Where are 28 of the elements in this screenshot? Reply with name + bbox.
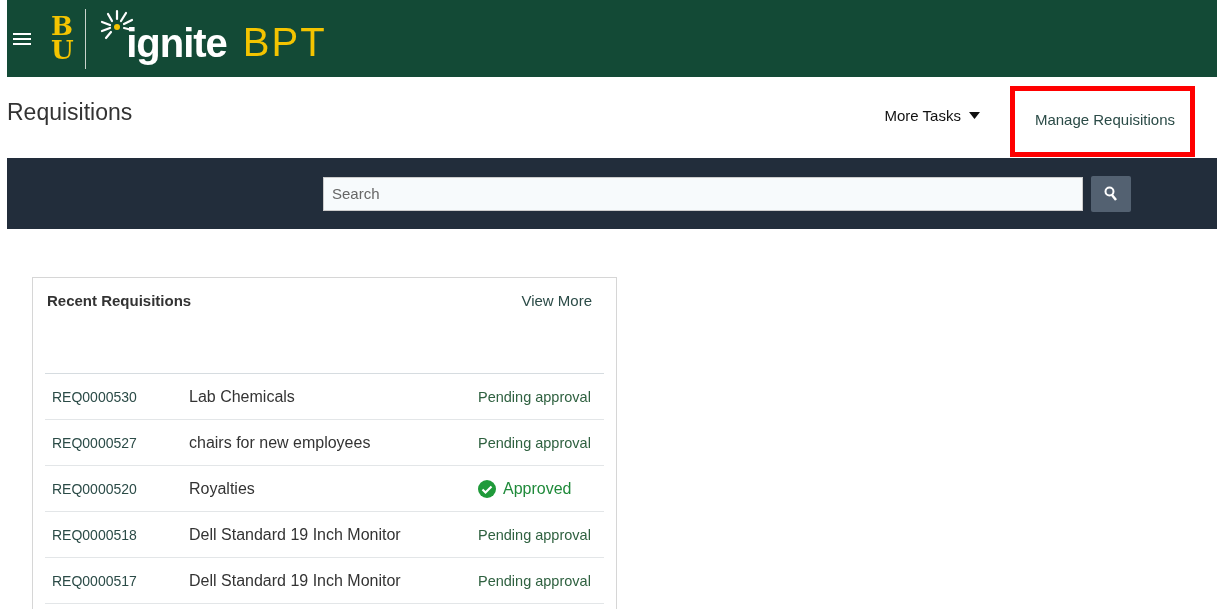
status-text: Pending approval [478,572,591,589]
requisition-id-link[interactable]: REQ0000518 [52,526,189,543]
brand-name: ignite [126,21,227,66]
requisition-description: Royalties [189,479,256,498]
requisition-description: Dell Standard 19 Inch Monitor [189,571,402,590]
status-text: Pending approval [478,526,591,543]
requisition-id-link[interactable]: REQ0000517 [52,572,189,589]
requisition-description: Dell Standard 19 Inch Monitor [189,525,402,544]
status-text: Pending approval [478,434,591,451]
card-title: Recent Requisitions [47,292,192,309]
requisition-id-link[interactable]: REQ0000520 [52,480,189,497]
requisition-description: Lab Chemicals [189,387,296,406]
search-button[interactable] [1091,175,1131,212]
menu-icon[interactable] [13,31,31,46]
requisition-description: chairs for new employees [189,433,372,452]
view-more-link[interactable]: View More [521,292,592,309]
caret-icon [968,112,980,119]
page-title: Requisitions [7,99,134,126]
search-icon [1104,185,1118,202]
check-icon [478,479,496,498]
search-field[interactable]: Search [323,176,1083,211]
status-text: Pending approval [478,388,591,405]
requisition-id-link[interactable]: REQ0000527 [52,434,189,451]
more-tasks-menu[interactable]: More Tasks [884,107,980,124]
status-text: Approved [503,479,572,498]
product-name: BPT [242,20,327,65]
manage-requisitions-link[interactable]: Manage Requisitions [1009,86,1195,157]
requisition-id-link[interactable]: REQ0000530 [52,388,189,405]
